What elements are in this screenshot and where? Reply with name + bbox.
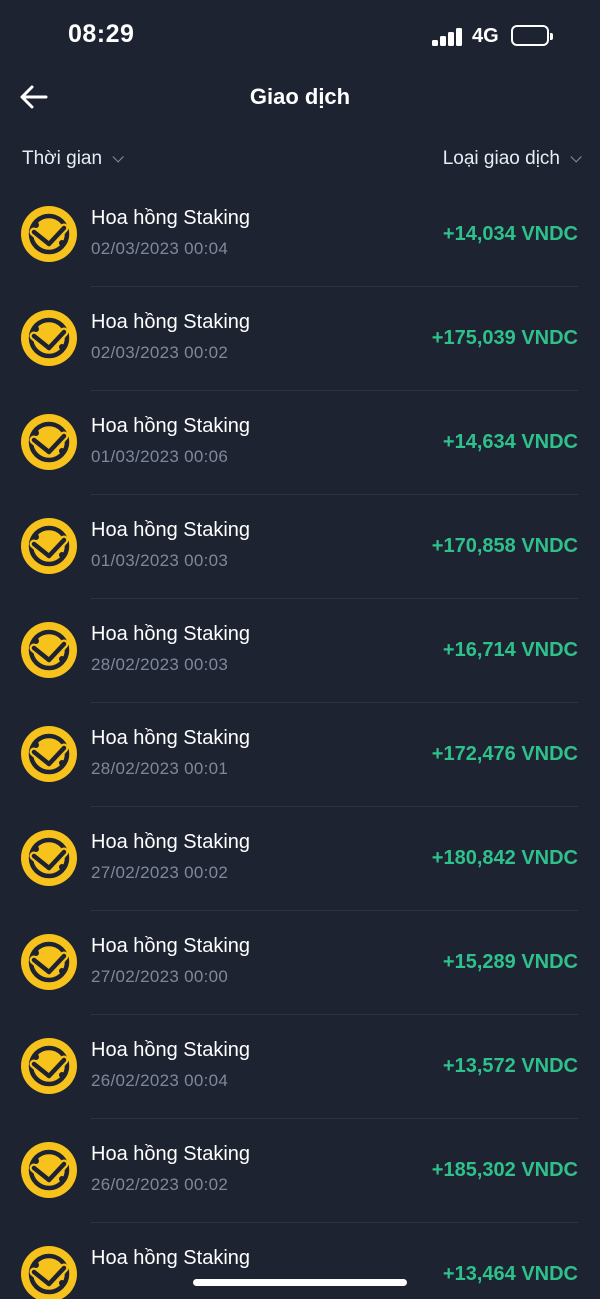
- transaction-title: Hoa hồng Staking: [91, 519, 251, 541]
- transaction-row[interactable]: Hoa hồng Staking 28/02/2023 00:03 +16,71…: [0, 599, 600, 703]
- status-bar: 08:29 4G: [0, 0, 600, 72]
- time-filter-label: Thời gian: [22, 148, 103, 169]
- transaction-title: Hoa hồng Staking: [91, 831, 251, 853]
- transaction-title: Hoa hồng Staking: [91, 1039, 251, 1061]
- transaction-time: 27/02/2023 00:02: [91, 863, 229, 882]
- network-label: 4G: [472, 25, 499, 47]
- header: Giao dịch: [0, 72, 600, 122]
- transaction-amount: +172,476 VNDC: [431, 743, 578, 765]
- transaction-row[interactable]: Hoa hồng Staking 28/02/2023 00:01 +172,4…: [0, 703, 600, 807]
- transaction-amount: +13,464 VNDC: [442, 1263, 578, 1285]
- type-filter-label: Loại giao dịch: [442, 148, 560, 169]
- transaction-row[interactable]: Hoa hồng Staking +13,464 VNDC: [0, 1223, 600, 1299]
- transaction-row[interactable]: Hoa hồng Staking 26/02/2023 00:02 +185,3…: [0, 1119, 600, 1223]
- transaction-title: Hoa hồng Staking: [91, 1143, 251, 1165]
- transaction-title: Hoa hồng Staking: [91, 727, 251, 749]
- transaction-title: Hoa hồng Staking: [91, 415, 251, 437]
- transaction-time: 02/03/2023 00:04: [91, 239, 229, 258]
- transaction-time: 28/02/2023 00:01: [91, 759, 229, 778]
- transaction-title: Hoa hồng Staking: [91, 1247, 251, 1269]
- transaction-amount: +15,289 VNDC: [442, 951, 578, 973]
- vndc-coin-icon: [21, 310, 77, 366]
- chevron-down-icon: [570, 151, 582, 163]
- transaction-amount: +185,302 VNDC: [431, 1159, 578, 1181]
- transaction-row[interactable]: Hoa hồng Staking 01/03/2023 00:06 +14,63…: [0, 391, 600, 495]
- vndc-coin-icon: [21, 934, 77, 990]
- transaction-time: 28/02/2023 00:03: [91, 655, 229, 674]
- transaction-amount: +14,034 VNDC: [442, 223, 578, 245]
- transaction-amount: +180,842 VNDC: [431, 847, 578, 869]
- transaction-row[interactable]: Hoa hồng Staking 01/03/2023 00:03 +170,8…: [0, 495, 600, 599]
- chevron-down-icon: [112, 151, 124, 163]
- transaction-amount: +13,572 VNDC: [442, 1055, 578, 1077]
- transaction-time: 01/03/2023 00:03: [91, 551, 229, 570]
- transaction-row[interactable]: Hoa hồng Staking 02/03/2023 00:04 +14,03…: [0, 183, 600, 287]
- page-title: Giao dịch: [249, 84, 351, 109]
- type-filter-dropdown[interactable]: Loại giao dịch: [442, 148, 582, 170]
- vndc-coin-icon: [21, 726, 77, 782]
- transaction-amount: +170,858 VNDC: [431, 535, 578, 557]
- time-filter-dropdown[interactable]: Thời gian: [22, 148, 124, 170]
- vndc-coin-icon: [21, 1246, 77, 1299]
- vndc-coin-icon: [21, 206, 77, 262]
- transaction-row[interactable]: Hoa hồng Staking 26/02/2023 00:04 +13,57…: [0, 1015, 600, 1119]
- vndc-coin-icon: [21, 830, 77, 886]
- vndc-coin-icon: [21, 518, 77, 574]
- transaction-time: 01/03/2023 00:06: [91, 447, 229, 466]
- battery-icon: [511, 25, 553, 46]
- transaction-title: Hoa hồng Staking: [91, 207, 251, 229]
- transaction-time: 02/03/2023 00:02: [91, 343, 229, 362]
- transaction-list: Hoa hồng Staking 02/03/2023 00:04 +14,03…: [0, 183, 600, 1299]
- transaction-row[interactable]: Hoa hồng Staking 02/03/2023 00:02 +175,0…: [0, 287, 600, 391]
- transactions-screen: 08:29 4G Giao dịch Thời gian Loại giao d…: [0, 0, 600, 1299]
- vndc-coin-icon: [21, 1142, 77, 1198]
- transaction-row[interactable]: Hoa hồng Staking 27/02/2023 00:02 +180,8…: [0, 807, 600, 911]
- transaction-amount: +14,634 VNDC: [442, 431, 578, 453]
- transaction-time: 27/02/2023 00:00: [91, 967, 229, 986]
- vndc-coin-icon: [21, 414, 77, 470]
- transaction-row[interactable]: Hoa hồng Staking 27/02/2023 00:00 +15,28…: [0, 911, 600, 1015]
- transaction-amount: +175,039 VNDC: [431, 327, 578, 349]
- vndc-coin-icon: [21, 622, 77, 678]
- home-indicator[interactable]: [193, 1279, 407, 1286]
- transaction-title: Hoa hồng Staking: [91, 623, 251, 645]
- transaction-title: Hoa hồng Staking: [91, 935, 251, 957]
- transaction-amount: +16,714 VNDC: [442, 639, 578, 661]
- transaction-time: 26/02/2023 00:04: [91, 1071, 229, 1090]
- transaction-time: 26/02/2023 00:02: [91, 1175, 229, 1194]
- status-time: 08:29: [68, 20, 135, 48]
- signal-icon: [432, 26, 464, 46]
- filter-bar: Thời gian Loại giao dịch: [0, 140, 600, 180]
- transaction-title: Hoa hồng Staking: [91, 311, 251, 333]
- vndc-coin-icon: [21, 1038, 77, 1094]
